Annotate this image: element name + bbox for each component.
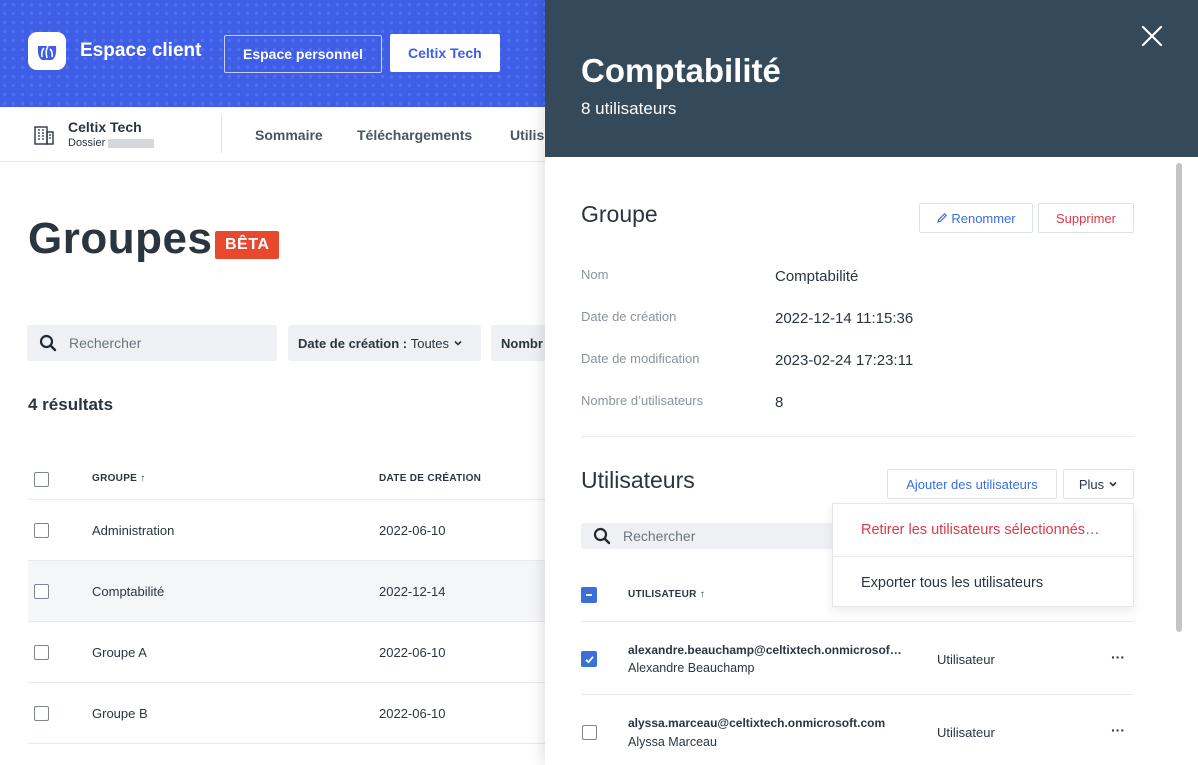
- menu-export-all-users[interactable]: Exporter tous les utilisateurs: [833, 557, 1133, 609]
- logo-icon: [37, 45, 57, 60]
- search-icon: [593, 527, 611, 545]
- group-date: 2022-06-10: [379, 706, 446, 721]
- group-name[interactable]: Groupe A: [92, 645, 147, 660]
- close-icon[interactable]: [1140, 24, 1164, 48]
- chevron-down-icon: [454, 340, 462, 346]
- row-actions-button[interactable]: ···: [1111, 722, 1125, 738]
- app-logo[interactable]: [28, 32, 66, 70]
- field-label: Nombre d’utilisateurs: [581, 393, 704, 408]
- users-section-title: Utilisateurs: [581, 467, 695, 493]
- delete-button[interactable]: Supprimer: [1038, 203, 1134, 233]
- field-value: Comptabilité: [775, 268, 859, 285]
- divider: [28, 682, 548, 683]
- divider: [581, 694, 1134, 695]
- minus-icon: [586, 594, 592, 596]
- user-search-input[interactable]: Rechercher: [581, 523, 833, 549]
- group-date: 2022-12-14: [379, 584, 446, 599]
- field-value: 2023-02-24 17:23:11: [775, 352, 914, 369]
- row-actions-button[interactable]: ···: [1111, 649, 1125, 665]
- group-date: 2022-06-10: [379, 645, 446, 660]
- filter-created[interactable]: Date de création : Toutes: [288, 325, 481, 361]
- user-email[interactable]: alexandre.beauchamp@celtixtech.onmicroso…: [628, 643, 902, 657]
- personal-space-button[interactable]: Espace personnel: [224, 35, 382, 73]
- user-row-checkbox[interactable]: [581, 651, 597, 667]
- field-value: 2022-12-14 11:15:36: [775, 310, 914, 327]
- field-label: Date de modification: [581, 351, 700, 366]
- filter-created-label: Date de création :: [298, 335, 408, 351]
- redacted-folder-id: [108, 138, 155, 148]
- rename-button[interactable]: Renommer: [919, 203, 1033, 233]
- group-detail-drawer: Comptabilité 8 utilisateurs Groupe Renom…: [545, 0, 1198, 765]
- user-name: Alexandre Beauchamp: [628, 661, 755, 675]
- row-checkbox[interactable]: [34, 523, 49, 538]
- field-value: 8: [775, 394, 784, 411]
- column-group-label: GROUPE: [92, 473, 138, 484]
- divider: [28, 743, 548, 744]
- field-label: Nom: [581, 267, 609, 282]
- group-name[interactable]: Comptabilité: [92, 584, 164, 599]
- search-input[interactable]: Rechercher: [27, 325, 277, 361]
- nav-summary[interactable]: Sommaire: [255, 127, 323, 143]
- sort-up-icon: ↑: [140, 473, 146, 484]
- more-button[interactable]: Plus: [1063, 469, 1134, 499]
- results-count: 4 résultats: [28, 395, 114, 414]
- column-created[interactable]: DATE DE CRÉATION: [379, 473, 481, 484]
- scrollbar[interactable]: [1176, 163, 1182, 632]
- divider: [28, 499, 548, 500]
- divider: [581, 621, 1134, 622]
- row-checkbox[interactable]: [34, 645, 49, 660]
- rename-label: Renommer: [951, 210, 1016, 226]
- chevron-down-icon: [1109, 481, 1117, 487]
- sort-up-icon: ↑: [699, 589, 706, 600]
- drawer-title: Comptabilité: [581, 52, 781, 89]
- org-space-button[interactable]: Celtix Tech: [390, 34, 500, 72]
- divider: [28, 621, 548, 622]
- column-group[interactable]: GROUPE ↑: [92, 473, 146, 484]
- more-label: Plus: [1078, 476, 1105, 492]
- divider: [221, 115, 222, 153]
- filter-count[interactable]: Nombr: [491, 325, 551, 361]
- more-dropdown-menu: Retirer les utilisateurs sélectionnés… E…: [832, 503, 1134, 607]
- group-section-title: Groupe: [581, 201, 658, 227]
- group-name[interactable]: Groupe B: [92, 706, 148, 721]
- divider: [581, 436, 1134, 437]
- filter-created-value: Toutes: [410, 335, 450, 351]
- check-icon: [584, 655, 594, 664]
- field-label: Date de création: [581, 309, 677, 324]
- row-checkbox[interactable]: [34, 706, 49, 721]
- pencil-icon: [937, 212, 948, 223]
- search-icon: [39, 334, 57, 352]
- nav-downloads[interactable]: Téléchargements: [357, 127, 472, 143]
- org-name: Celtix Tech: [68, 119, 142, 135]
- select-all-checkbox[interactable]: [34, 472, 49, 487]
- org-folder-label: Dossier: [68, 137, 106, 149]
- user-email[interactable]: alyssa.marceau@celtixtech.onmicrosoft.co…: [628, 716, 885, 730]
- select-all-users-checkbox[interactable]: [581, 587, 597, 603]
- page-title: Groupes: [28, 214, 213, 263]
- user-search-placeholder: Rechercher: [623, 528, 696, 544]
- org-folder: Dossier: [68, 137, 155, 149]
- menu-remove-selected-users[interactable]: Retirer les utilisateurs sélectionnés…: [833, 504, 1133, 556]
- beta-badge: BÊTA: [215, 231, 280, 259]
- app-title: Espace client: [80, 40, 202, 61]
- user-role: Utilisateur: [937, 652, 995, 667]
- drawer-subtitle: 8 utilisateurs: [581, 99, 677, 118]
- column-user[interactable]: UTILISATEUR ↑: [628, 589, 705, 600]
- user-name: Alyssa Marceau: [628, 735, 717, 749]
- group-name[interactable]: Administration: [92, 523, 174, 538]
- user-role: Utilisateur: [937, 725, 995, 740]
- add-users-button[interactable]: Ajouter des utilisateurs: [887, 469, 1057, 499]
- group-date: 2022-06-10: [379, 523, 446, 538]
- nav-users[interactable]: Utilis: [510, 127, 544, 143]
- user-row-checkbox[interactable]: [582, 725, 597, 740]
- divider: [28, 560, 548, 561]
- search-placeholder: Rechercher: [69, 335, 142, 351]
- building-icon: [34, 126, 54, 145]
- column-user-label: UTILISATEUR: [628, 589, 697, 600]
- row-checkbox[interactable]: [34, 584, 49, 599]
